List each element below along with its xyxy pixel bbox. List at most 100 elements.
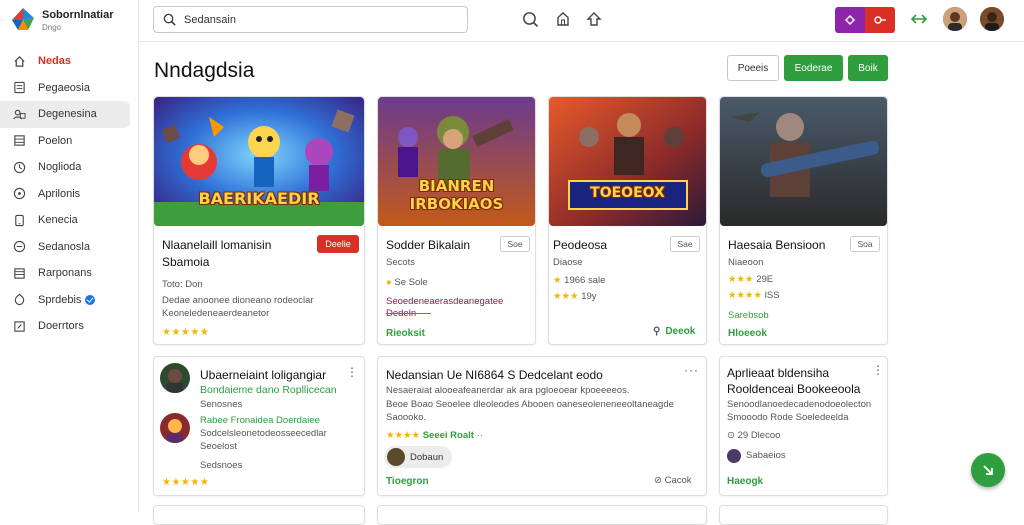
rating-stars: ★★★★★ bbox=[162, 327, 210, 338]
sidebar-item-label: Noglioda bbox=[38, 161, 82, 174]
card-title: Haesaia Bensioon bbox=[728, 238, 826, 252]
review-card[interactable]: Ubaerneiaint loligangiar ⋮ Bondaieme dan… bbox=[153, 356, 365, 496]
card[interactable] bbox=[719, 505, 888, 525]
card-title: Ubaerneiaint loligangiar bbox=[200, 368, 327, 382]
compose-button[interactable] bbox=[971, 453, 1005, 487]
game-thumbnail[interactable]: BIANREN IRBOKIAOS bbox=[378, 97, 535, 226]
share-icon: ⊘ bbox=[654, 475, 662, 486]
card-link[interactable]: Hloeeok bbox=[728, 328, 767, 339]
sidebar-item-label: Nedas bbox=[38, 55, 72, 68]
more-tag[interactable]: Soa bbox=[850, 236, 880, 252]
card-meta: ★★★ 19y bbox=[553, 291, 597, 302]
card-link[interactable]: ⚲ Deeok bbox=[653, 326, 695, 337]
avatar bbox=[160, 413, 190, 443]
rating-row: ★★★★ Seeei Roalt ·· bbox=[386, 430, 483, 441]
card-description: Saoooko. bbox=[386, 412, 427, 423]
home-outline-icon[interactable] bbox=[553, 9, 573, 29]
card-meta-text: lSS bbox=[764, 290, 780, 301]
user-chip[interactable]: Dobaun bbox=[384, 446, 452, 468]
card-title: Nlaanelaill lomanisin bbox=[162, 238, 272, 252]
card-title: Sodder Bikalain bbox=[386, 238, 471, 252]
search-icon[interactable] bbox=[520, 9, 540, 29]
card-meta-text: 29E bbox=[756, 274, 774, 285]
review-card[interactable]: Nedansian Ue NI6864 S Dedcelant eodo ···… bbox=[377, 356, 707, 496]
sidebar-item-label: Poelon bbox=[38, 134, 73, 147]
game-card[interactable]: TOEOEOX Peodeosa Sae Diaose ★ 1966 sale … bbox=[548, 96, 707, 345]
record-icon bbox=[874, 16, 886, 24]
verified-badge-icon bbox=[85, 294, 96, 305]
sidebar-item-pegaeosia[interactable]: Pegaeosia bbox=[0, 75, 138, 102]
sidebar-item-noglioda[interactable]: Noglioda bbox=[0, 154, 138, 181]
card-footer: Sedsnoes bbox=[200, 460, 243, 471]
sidebar-item-sprdebis[interactable]: Sprdebis bbox=[0, 287, 138, 314]
edit-icon bbox=[12, 319, 26, 333]
card-meta: ⊘ Cacok bbox=[654, 475, 692, 487]
review-card[interactable]: Aprlieaat bldensiha ⋮ Rooldenceai Bookee… bbox=[719, 356, 888, 496]
card-link[interactable]: Tioegron bbox=[386, 476, 429, 487]
sidebar-item-degenesina[interactable]: Degenesina bbox=[0, 101, 130, 128]
card-meta: ★★★ 29E bbox=[728, 274, 774, 285]
more-icon[interactable]: ⋮ bbox=[346, 365, 359, 379]
card[interactable] bbox=[153, 505, 365, 525]
green-button-small[interactable]: Boik bbox=[848, 55, 888, 81]
game-thumbnail[interactable]: BAERIKAEDIR bbox=[154, 97, 364, 226]
game-card[interactable]: BIANREN IRBOKIAOS Sodder Bikalain Soe Se… bbox=[377, 96, 536, 345]
game-card[interactable]: BAERIKAEDIR Nlaanelaill lomanisin Sbamoi… bbox=[153, 96, 365, 345]
search-box[interactable] bbox=[153, 6, 468, 33]
sidebar-item-aprilonis[interactable]: Aprilonis bbox=[0, 181, 138, 208]
sidebar-item-label: Degenesina bbox=[38, 108, 97, 121]
outline-button[interactable]: Poeeis bbox=[727, 55, 779, 81]
card-title: Rooldenceai Bookeeoola bbox=[727, 382, 861, 396]
sidebar-item-kenecia[interactable]: Kenecia bbox=[0, 207, 138, 234]
sidebar-item-nedas[interactable]: Nedas bbox=[0, 48, 138, 75]
user-row[interactable]: Sabaeios bbox=[727, 449, 786, 463]
game-thumbnail[interactable] bbox=[720, 97, 887, 226]
card[interactable] bbox=[377, 505, 707, 525]
card-link[interactable]: Haeogk bbox=[727, 476, 763, 487]
sidebar-item-label: Aprilonis bbox=[38, 187, 81, 200]
install-button[interactable]: Deelie bbox=[317, 235, 359, 253]
upload-icon[interactable] bbox=[584, 9, 604, 29]
more-icon[interactable]: ⋮ bbox=[872, 363, 885, 377]
person-icon: ⚲ bbox=[653, 326, 661, 337]
card-meta-text: 29 Dlecoo bbox=[737, 430, 781, 441]
sidebar-item-poelon[interactable]: Poelon bbox=[0, 128, 138, 155]
phone-icon bbox=[12, 213, 26, 227]
sidebar-item-label: Pegaeosia bbox=[38, 81, 90, 94]
more-tag[interactable]: Soe bbox=[500, 236, 530, 252]
video-button[interactable] bbox=[835, 7, 865, 33]
more-tag[interactable]: Sae bbox=[670, 236, 700, 252]
card-meta: Niaeoon bbox=[728, 257, 764, 268]
sidebar-item-doerrtors[interactable]: Doerrtors bbox=[0, 313, 138, 340]
card-link[interactable]: Rieoksit bbox=[386, 328, 425, 339]
calendar-icon: ⊙ bbox=[727, 430, 735, 441]
search-input[interactable] bbox=[184, 13, 454, 26]
more-icon[interactable]: ··· bbox=[684, 363, 699, 377]
avatar[interactable] bbox=[943, 7, 967, 31]
game-card[interactable]: Haesaia Bensioon Soa Niaeoon ★★★ 29E ★★★… bbox=[719, 96, 888, 345]
page-title: Nndagdsia bbox=[154, 59, 255, 82]
brand[interactable]: Sobornlnatiar Dngo bbox=[10, 6, 135, 36]
card-subtitle: Bondaieme dano Ropllicecan bbox=[200, 384, 337, 396]
card-description: Smooodo Rode Soeledeelda bbox=[727, 412, 849, 423]
sidebar-nav: Nedas Pegaeosia Degenesina Poelon Noglio… bbox=[0, 48, 138, 340]
rating-stars: ★★★★★ bbox=[162, 477, 210, 488]
record-button[interactable] bbox=[865, 7, 895, 33]
arrows-icon[interactable] bbox=[909, 9, 929, 29]
sidebar-item-sedanosla[interactable]: Sedanosla bbox=[0, 234, 138, 261]
card-line: Rabee Fronaidea Doerdaiee bbox=[200, 415, 320, 426]
game-thumbnail[interactable]: TOEOEOX bbox=[549, 97, 706, 226]
brand-subtitle: Dngo bbox=[42, 23, 62, 32]
top-bar bbox=[139, 0, 1024, 42]
card-meta: Secots bbox=[386, 257, 416, 268]
card-description: Beoe Boao Seoelee dleoleodes Abooen oane… bbox=[386, 399, 674, 410]
card-line: Seoelost bbox=[200, 441, 237, 452]
search-icon bbox=[163, 13, 176, 26]
shield-icon bbox=[12, 293, 26, 307]
sidebar-item-label: Sprdebis bbox=[38, 293, 82, 306]
avatar[interactable] bbox=[980, 7, 1004, 31]
card-title: Aprlieaat bldensiha bbox=[727, 366, 830, 380]
sidebar-item-rarponans[interactable]: Rarponans bbox=[0, 260, 138, 287]
green-button[interactable]: Eoderae bbox=[784, 55, 843, 81]
table-icon bbox=[12, 266, 26, 280]
